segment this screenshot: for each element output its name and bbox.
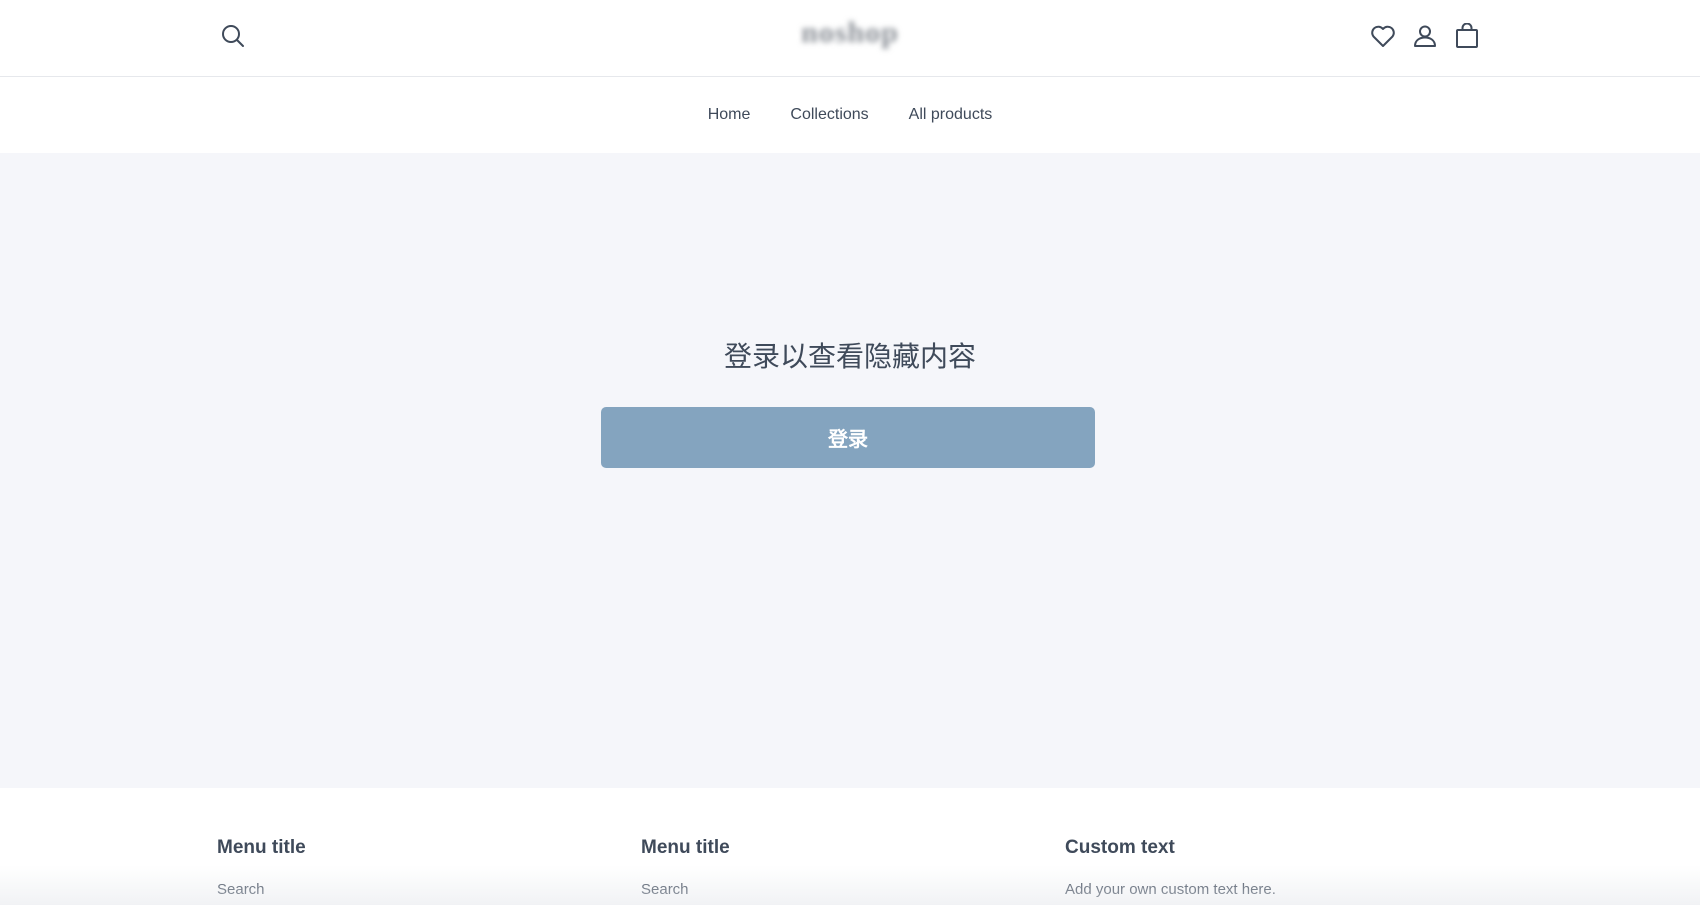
footer-column-custom-text: Custom text Add your own custom text her…: [1065, 837, 1276, 898]
footer-link-search[interactable]: Search: [641, 881, 730, 898]
footer-column-title: Menu title: [641, 837, 730, 858]
user-icon: [1414, 25, 1436, 47]
site-header: noshop: [0, 0, 1700, 77]
footer-column-menu-1: Menu title Search: [217, 837, 306, 898]
login-button[interactable]: 登录: [601, 407, 1095, 468]
wishlist-button[interactable]: [1368, 21, 1398, 51]
footer-column-menu-2: Menu title Search: [641, 837, 730, 898]
nav-item-all-products[interactable]: All products: [909, 106, 993, 124]
site-footer: Menu title Search Menu title Search Cust…: [0, 788, 1700, 905]
nav-item-home[interactable]: Home: [708, 106, 751, 124]
footer-link-search[interactable]: Search: [217, 881, 306, 898]
search-icon: [222, 25, 244, 47]
main-content: 登录以查看隐藏内容 登录: [0, 153, 1700, 788]
footer-column-title: Custom text: [1065, 837, 1175, 858]
cart-button[interactable]: [1452, 21, 1482, 51]
main-nav: Home Collections All products: [0, 77, 1700, 153]
account-button[interactable]: [1410, 21, 1440, 51]
nav-item-collections[interactable]: Collections: [790, 106, 868, 124]
search-button[interactable]: [218, 21, 248, 51]
footer-custom-text: Add your own custom text here.: [1065, 881, 1276, 898]
footer-column-title: Menu title: [217, 837, 306, 858]
shopping-bag-icon: [1456, 23, 1478, 48]
page-title: 登录以查看隐藏内容: [723, 340, 976, 373]
site-logo[interactable]: noshop: [801, 16, 899, 50]
heart-icon: [1371, 25, 1395, 47]
header-actions: [1368, 21, 1482, 51]
